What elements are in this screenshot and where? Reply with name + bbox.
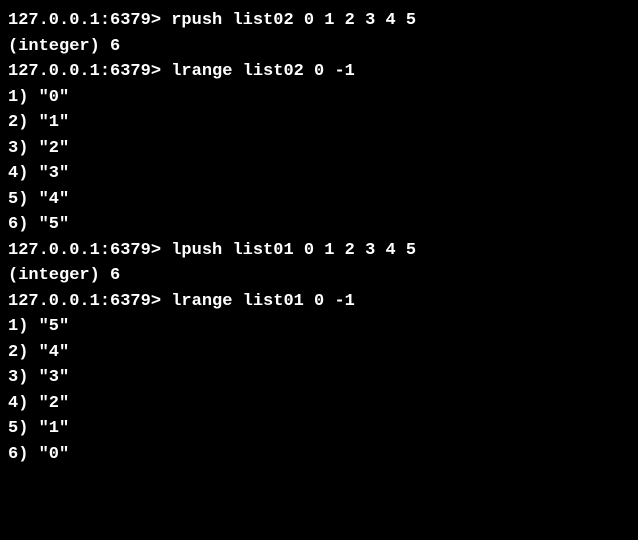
terminal-output-text: 6) "0" — [8, 445, 69, 464]
terminal-command-text: lrange list02 0 -1 — [161, 62, 355, 81]
terminal-output-line: 6) "0" — [8, 442, 630, 468]
terminal-command-line: 127.0.0.1:6379> lrange list02 0 -1 — [8, 59, 630, 85]
terminal-output-text: 4) "2" — [8, 394, 69, 413]
terminal-output-line: (integer) 6 — [8, 263, 630, 289]
terminal-output-line: 5) "1" — [8, 416, 630, 442]
terminal-command-line: 127.0.0.1:6379> lpush list01 0 1 2 3 4 5 — [8, 238, 630, 264]
terminal-prompt: 127.0.0.1:6379> — [8, 292, 161, 311]
terminal-command-text: lpush list01 0 1 2 3 4 5 — [161, 241, 416, 260]
terminal-output-line: (integer) 6 — [8, 34, 630, 60]
terminal-output-text: 1) "0" — [8, 88, 69, 107]
terminal-output-text: 2) "1" — [8, 113, 69, 132]
terminal-output-text: 6) "5" — [8, 215, 69, 234]
terminal-output-text: (integer) 6 — [8, 266, 120, 285]
terminal-output-line: 1) "5" — [8, 314, 630, 340]
terminal-command-line: 127.0.0.1:6379> rpush list02 0 1 2 3 4 5 — [8, 8, 630, 34]
terminal-output-text: 5) "1" — [8, 419, 69, 438]
terminal-output-text: 5) "4" — [8, 190, 69, 209]
terminal-output-line: 2) "4" — [8, 340, 630, 366]
terminal-prompt: 127.0.0.1:6379> — [8, 241, 161, 260]
terminal-command-text: lrange list01 0 -1 — [161, 292, 355, 311]
terminal-output-text: (integer) 6 — [8, 37, 120, 56]
terminal-output-text: 3) "3" — [8, 368, 69, 387]
terminal-output-text: 1) "5" — [8, 317, 69, 336]
terminal-output-text: 3) "2" — [8, 139, 69, 158]
terminal-output-line: 3) "3" — [8, 365, 630, 391]
terminal-prompt: 127.0.0.1:6379> — [8, 62, 161, 81]
terminal-output-line: 2) "1" — [8, 110, 630, 136]
terminal-output-line: 5) "4" — [8, 187, 630, 213]
terminal-output-text: 4) "3" — [8, 164, 69, 183]
terminal-output-line: 4) "2" — [8, 391, 630, 417]
terminal-prompt: 127.0.0.1:6379> — [8, 11, 161, 30]
terminal-output-text: 2) "4" — [8, 343, 69, 362]
terminal-output-line: 4) "3" — [8, 161, 630, 187]
terminal-command-line: 127.0.0.1:6379> lrange list01 0 -1 — [8, 289, 630, 315]
terminal-output-line: 6) "5" — [8, 212, 630, 238]
terminal-output-line: 3) "2" — [8, 136, 630, 162]
terminal[interactable]: 127.0.0.1:6379> rpush list02 0 1 2 3 4 5… — [8, 8, 630, 467]
terminal-output-line: 1) "0" — [8, 85, 630, 111]
terminal-command-text: rpush list02 0 1 2 3 4 5 — [161, 11, 416, 30]
